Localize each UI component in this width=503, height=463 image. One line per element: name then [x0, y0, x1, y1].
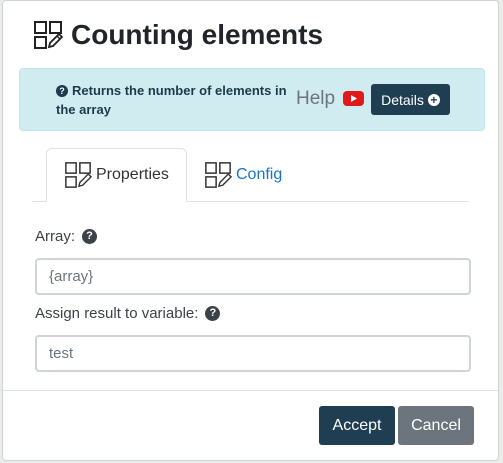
dialog-header: Counting elements: [33, 15, 323, 55]
edit-grid-icon: [205, 162, 232, 188]
tab-config[interactable]: Config: [203, 148, 303, 202]
assign-label-text: Assign result to variable:: [35, 305, 199, 322]
dialog-title: Counting elements: [71, 19, 324, 50]
question-icon[interactable]: ?: [82, 229, 98, 244]
youtube-icon[interactable]: [343, 91, 364, 106]
assign-variable-input[interactable]: [35, 335, 471, 372]
details-button[interactable]: Details +: [371, 84, 450, 115]
assign-field-label: Assign result to variable: ?: [35, 305, 221, 322]
accept-label: Accept: [332, 416, 382, 434]
details-label: Details: [381, 91, 424, 108]
array-input[interactable]: [35, 258, 471, 295]
array-field-label: Array: ?: [35, 228, 98, 245]
question-icon: ?: [56, 85, 68, 97]
help-label: Help: [296, 88, 336, 109]
footer-divider: [3, 390, 498, 391]
tab-config-label: Config: [236, 166, 283, 183]
tab-properties[interactable]: Properties: [46, 148, 187, 202]
question-icon[interactable]: ?: [205, 306, 221, 321]
tab-properties-label: Properties: [96, 166, 169, 183]
accept-button[interactable]: Accept: [319, 406, 395, 445]
edit-grid-icon: [65, 162, 92, 188]
plus-circle-icon: +: [427, 93, 440, 106]
cancel-label: Cancel: [411, 416, 461, 434]
info-description: ? Returns the number of elements in the a…: [56, 81, 296, 119]
info-banner: ? Returns the number of elements in the a…: [19, 68, 485, 131]
info-text: Returns the number of elements in the ar…: [56, 83, 287, 117]
edit-grid-icon: [34, 21, 63, 49]
array-label-text: Array:: [35, 228, 76, 245]
modal-dialog: Counting elements ? Returns the number of…: [2, 0, 499, 461]
cancel-button[interactable]: Cancel: [398, 406, 474, 445]
